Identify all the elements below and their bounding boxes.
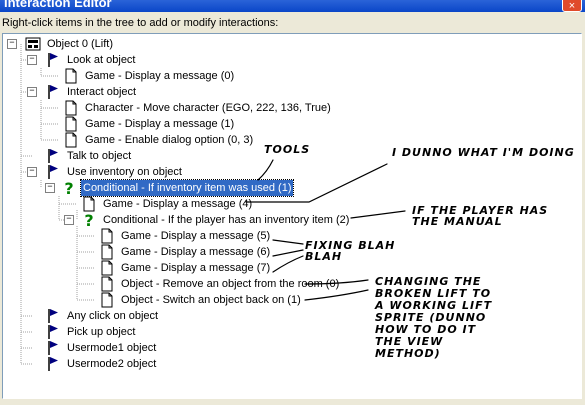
annotation-tools: Tools	[264, 143, 311, 156]
annotation-sprite-line4: sprite (dunno	[375, 311, 487, 324]
annotation-sprite-line5: how to do it	[375, 323, 477, 336]
annotation-manual-line2: the manual	[412, 215, 503, 228]
annotation-sprite-line6: the view	[375, 335, 444, 348]
annotation-sprite-line2: broken lift to	[375, 287, 492, 300]
instruction-label: Right-click items in the tree to add or …	[2, 17, 279, 29]
annotation-dunno: I dunno what I'm doing	[392, 146, 575, 159]
annotation-sprite-line7: method)	[375, 347, 441, 360]
title-bar: Interaction Editor ×	[0, 0, 585, 12]
annotation-blah-line2: blah	[305, 250, 343, 263]
window-title: Interaction Editor	[4, 0, 112, 10]
close-icon[interactable]: ×	[562, 0, 582, 12]
annotation-sprite-line1: Changing the	[375, 275, 482, 288]
annotation-sprite-line3: a working lift	[375, 299, 493, 312]
